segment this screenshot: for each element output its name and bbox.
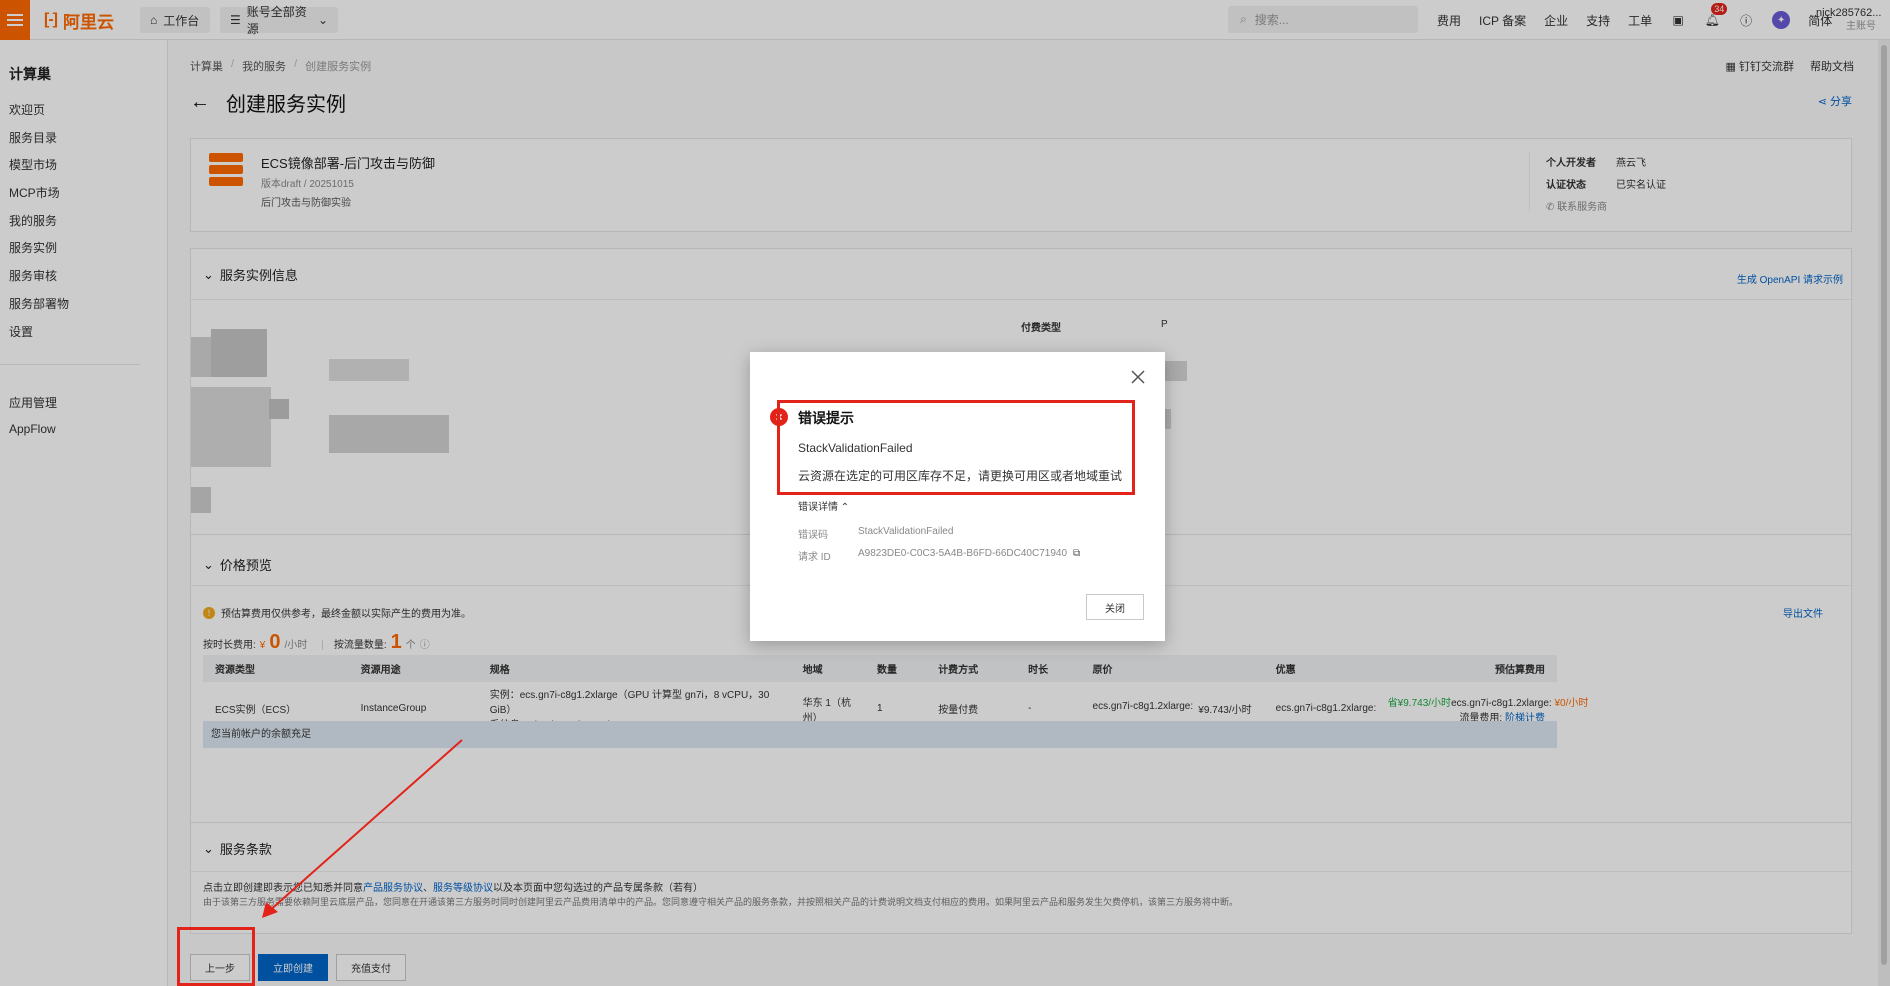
annotation-arrow [262,739,463,918]
